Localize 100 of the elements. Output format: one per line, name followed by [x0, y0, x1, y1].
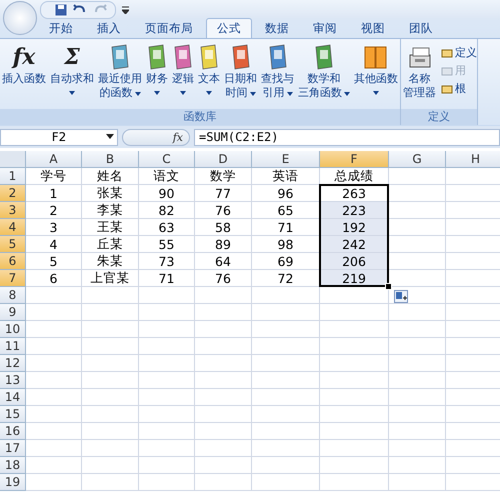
- group-label: 函数库: [0, 109, 400, 125]
- table-cell: 丘某: [82, 236, 139, 253]
- ribbon-tab[interactable]: 插入: [86, 18, 132, 38]
- dropdown-icon: [106, 134, 114, 140]
- row-header[interactable]: 17: [0, 440, 26, 457]
- empty-cell: [139, 287, 195, 304]
- empty-cell: [195, 423, 252, 440]
- empty-cell: [195, 287, 252, 304]
- column-header[interactable]: D: [195, 151, 252, 168]
- empty-cell: [389, 423, 446, 440]
- empty-cell: [195, 474, 252, 491]
- ribbon-tab[interactable]: 公式: [206, 18, 252, 38]
- table-cell: 69: [252, 253, 320, 270]
- column-header[interactable]: B: [82, 151, 139, 168]
- ribbon-button[interactable]: 日期和 时间: [222, 42, 259, 109]
- row-header[interactable]: 2: [0, 185, 26, 202]
- ribbon-button[interactable]: 逻辑: [170, 42, 196, 109]
- empty-cell: [195, 321, 252, 338]
- table-cell: 朱某: [82, 253, 139, 270]
- table-cell: 72: [252, 270, 320, 287]
- ribbon-tab[interactable]: 数据: [254, 18, 300, 38]
- ribbon-item[interactable]: 根: [441, 81, 477, 96]
- table-cell: 64: [195, 253, 252, 270]
- row-header[interactable]: 18: [0, 457, 26, 474]
- empty-cell: [389, 372, 446, 389]
- table-cell: 数学: [195, 168, 252, 185]
- empty-cell: [139, 355, 195, 372]
- empty-cell: [195, 440, 252, 457]
- ribbon-button[interactable]: 最近使用 的函数: [96, 42, 144, 109]
- row-header[interactable]: 8: [0, 287, 26, 304]
- table-cell: 58: [195, 219, 252, 236]
- table-cell: 76: [195, 270, 252, 287]
- table-cell: 206: [320, 253, 389, 270]
- ribbon-button[interactable]: fx 插入函数: [0, 42, 48, 109]
- row-header[interactable]: 12: [0, 355, 26, 372]
- empty-cell: [139, 457, 195, 474]
- table-cell: 73: [139, 253, 195, 270]
- empty-cell: [82, 338, 139, 355]
- table-cell: 242: [320, 236, 389, 253]
- empty-cell: [252, 406, 320, 423]
- ribbon-tab[interactable]: 开始: [38, 18, 84, 38]
- ribbon-button[interactable]: 数学和 三角函数: [296, 42, 352, 109]
- empty-cell: [82, 457, 139, 474]
- row-header[interactable]: 10: [0, 321, 26, 338]
- row-header[interactable]: 16: [0, 423, 26, 440]
- table-cell: 96: [252, 185, 320, 202]
- empty-cell: [195, 406, 252, 423]
- empty-cell: [82, 440, 139, 457]
- row-header[interactable]: 3: [0, 202, 26, 219]
- column-header[interactable]: C: [139, 151, 195, 168]
- fill-handle[interactable]: [385, 283, 392, 290]
- empty-cell: [320, 440, 389, 457]
- ribbon-button[interactable]: Σ 自动求和: [48, 42, 96, 109]
- formula-field[interactable]: =SUM(C2:E2): [194, 128, 500, 146]
- name-box[interactable]: F2: [0, 128, 118, 146]
- empty-cell: [82, 406, 139, 423]
- column-header[interactable]: G: [389, 151, 446, 168]
- row-header[interactable]: 15: [0, 406, 26, 423]
- table-cell: 2: [26, 202, 82, 219]
- item-icon: [441, 48, 453, 58]
- empty-cell: [252, 474, 320, 491]
- empty-cell: [82, 423, 139, 440]
- ribbon-button[interactable]: 财务: [144, 42, 170, 109]
- row-header[interactable]: 19: [0, 474, 26, 491]
- insert-function-button[interactable]: fx: [172, 130, 183, 144]
- row-header[interactable]: 7: [0, 270, 26, 287]
- row-header[interactable]: 14: [0, 389, 26, 406]
- table-cell: 语文: [139, 168, 195, 185]
- ribbon-button[interactable]: 名称 管理器: [401, 42, 438, 109]
- column-header[interactable]: F: [320, 151, 389, 168]
- ribbon-tab[interactable]: 审阅: [302, 18, 348, 38]
- ribbon-item[interactable]: 定义: [441, 45, 477, 60]
- empty-cell: [195, 457, 252, 474]
- paste-options-icon[interactable]: [394, 290, 408, 303]
- table-cell: 65: [252, 202, 320, 219]
- row-header[interactable]: 9: [0, 304, 26, 321]
- ribbon-button[interactable]: 其他函数: [352, 42, 400, 109]
- column-header[interactable]: E: [252, 151, 320, 168]
- empty-cell: [195, 389, 252, 406]
- row-header[interactable]: 5: [0, 236, 26, 253]
- empty-cell: [389, 304, 446, 321]
- empty-cell: [389, 474, 446, 491]
- row-header[interactable]: 6: [0, 253, 26, 270]
- ribbon-tab[interactable]: 视图: [350, 18, 396, 38]
- row-header[interactable]: 13: [0, 372, 26, 389]
- empty-cell: [139, 474, 195, 491]
- table-cell: 3: [26, 219, 82, 236]
- ribbon-button[interactable]: 文本: [196, 42, 222, 109]
- row-header[interactable]: 1: [0, 168, 26, 185]
- empty-cell: [320, 372, 389, 389]
- column-header[interactable]: H: [446, 151, 500, 168]
- table-cell: 76: [195, 202, 252, 219]
- ribbon-tab[interactable]: 页面布局: [134, 18, 204, 38]
- ribbon-tab[interactable]: 团队: [398, 18, 444, 38]
- empty-cell: [252, 457, 320, 474]
- column-header[interactable]: A: [26, 151, 82, 168]
- ribbon-button[interactable]: 查找与 引用: [259, 42, 296, 109]
- table-cell: 姓名: [82, 168, 139, 185]
- row-header[interactable]: 4: [0, 219, 26, 236]
- row-header[interactable]: 11: [0, 338, 26, 355]
